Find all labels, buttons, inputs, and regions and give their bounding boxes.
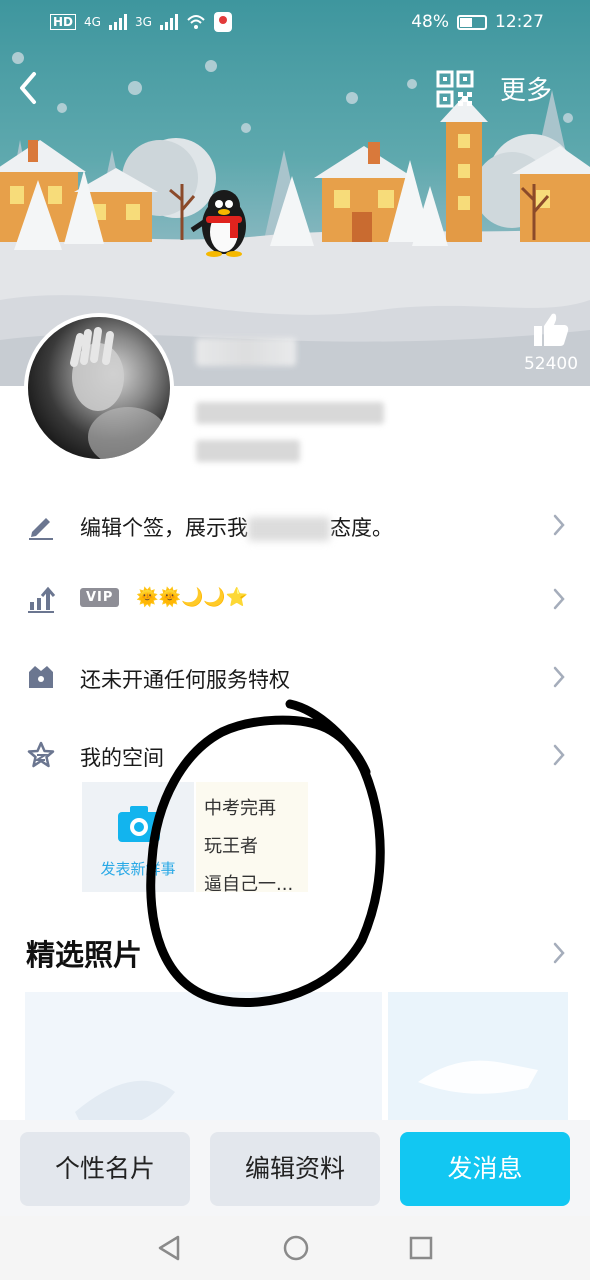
photo-thumbnail (75, 1080, 175, 1132)
info-line-redacted (196, 402, 384, 424)
vip-content: VIP 🌞🌞🌙🌙⭐ (80, 584, 248, 608)
network-3g-label: 3G (134, 15, 152, 29)
nav-recents-icon[interactable] (408, 1234, 434, 1262)
info-line-redacted-2 (196, 440, 300, 462)
signature-suffix: 态度。 (330, 516, 393, 540)
signal-icon-2 (159, 14, 178, 30)
camera-icon (118, 806, 160, 842)
chevron-right-icon (553, 744, 565, 766)
status-bar: HD 4G 3G 48% 12:27 (0, 0, 590, 46)
latest-post-preview[interactable]: 中考完再 玩王者 逼自己一... (196, 782, 308, 895)
pencil-icon (29, 518, 53, 540)
featured-photo-1[interactable] (25, 992, 382, 1132)
featured-photo-2[interactable] (388, 992, 568, 1132)
my-space-label: 我的空间 (80, 746, 164, 770)
signature-prefix: 编辑个签，展示我 (80, 516, 248, 540)
signature-redacted (248, 517, 330, 541)
nav-home-icon[interactable] (282, 1234, 310, 1262)
battery-percent: 48% (411, 12, 449, 32)
chevron-right-icon[interactable] (550, 940, 568, 966)
service-label: 还未开通任何服务特权 (80, 668, 290, 692)
status-bar-right: 48% 12:27 (411, 12, 544, 32)
featured-photos-title[interactable]: 精选照片 (26, 932, 142, 974)
hd-badge: HD (50, 14, 77, 30)
status-bar-left: HD 4G 3G (50, 12, 232, 32)
vip-badge: VIP (80, 587, 120, 607)
post-new-button[interactable]: 发表新鲜事 (82, 782, 194, 892)
send-message-button[interactable]: 发消息 (400, 1132, 570, 1206)
system-nav-bar (0, 1216, 590, 1280)
my-space-row[interactable]: 我的空间 (0, 726, 590, 786)
level-icons: 🌞🌞🌙🌙⭐ (136, 586, 249, 608)
like-count: 52400 (523, 354, 579, 374)
vip-row[interactable]: VIP 🌞🌞🌙🌙⭐ (0, 570, 590, 630)
wifi-icon (187, 15, 205, 29)
network-4g-label: 4G (84, 15, 101, 29)
clock-time: 12:27 (495, 12, 544, 32)
star-icon (27, 741, 55, 768)
chevron-right-icon (553, 514, 565, 536)
profile-card-button[interactable]: 个性名片 (20, 1132, 190, 1206)
more-button[interactable]: 更多 (500, 70, 552, 107)
thumbs-up-icon[interactable] (532, 312, 570, 348)
level-up-icon (28, 586, 56, 613)
post-line: 玩王者 (204, 836, 258, 857)
avatar-photo (70, 327, 168, 459)
avatar[interactable] (24, 313, 174, 463)
signature-text: 编辑个签，展示我 态度。 (80, 512, 393, 542)
qr-code-icon[interactable] (436, 70, 474, 108)
post-line: 逼自己一... (204, 874, 294, 895)
photo-thumbnail (418, 1060, 538, 1094)
signal-icon (108, 14, 127, 30)
like-counter[interactable]: 52400 (516, 312, 586, 374)
service-privilege-row[interactable]: 还未开通任何服务特权 (0, 648, 590, 708)
location-app-icon (213, 12, 232, 32)
post-new-label: 发表新鲜事 (100, 860, 176, 878)
nav-back-icon[interactable] (156, 1234, 182, 1262)
crown-shield-icon (29, 666, 53, 688)
back-arrow-icon[interactable] (14, 68, 44, 108)
chevron-right-icon (553, 666, 565, 688)
signature-row[interactable]: 编辑个签，展示我 态度。 (0, 496, 590, 556)
bottom-action-bar: 个性名片 编辑资料 发消息 (0, 1120, 590, 1216)
chevron-right-icon (553, 588, 565, 610)
post-line: 中考完再 (204, 798, 276, 819)
battery-icon (457, 14, 487, 30)
edit-profile-button[interactable]: 编辑资料 (210, 1132, 380, 1206)
nickname-redacted (196, 338, 296, 366)
